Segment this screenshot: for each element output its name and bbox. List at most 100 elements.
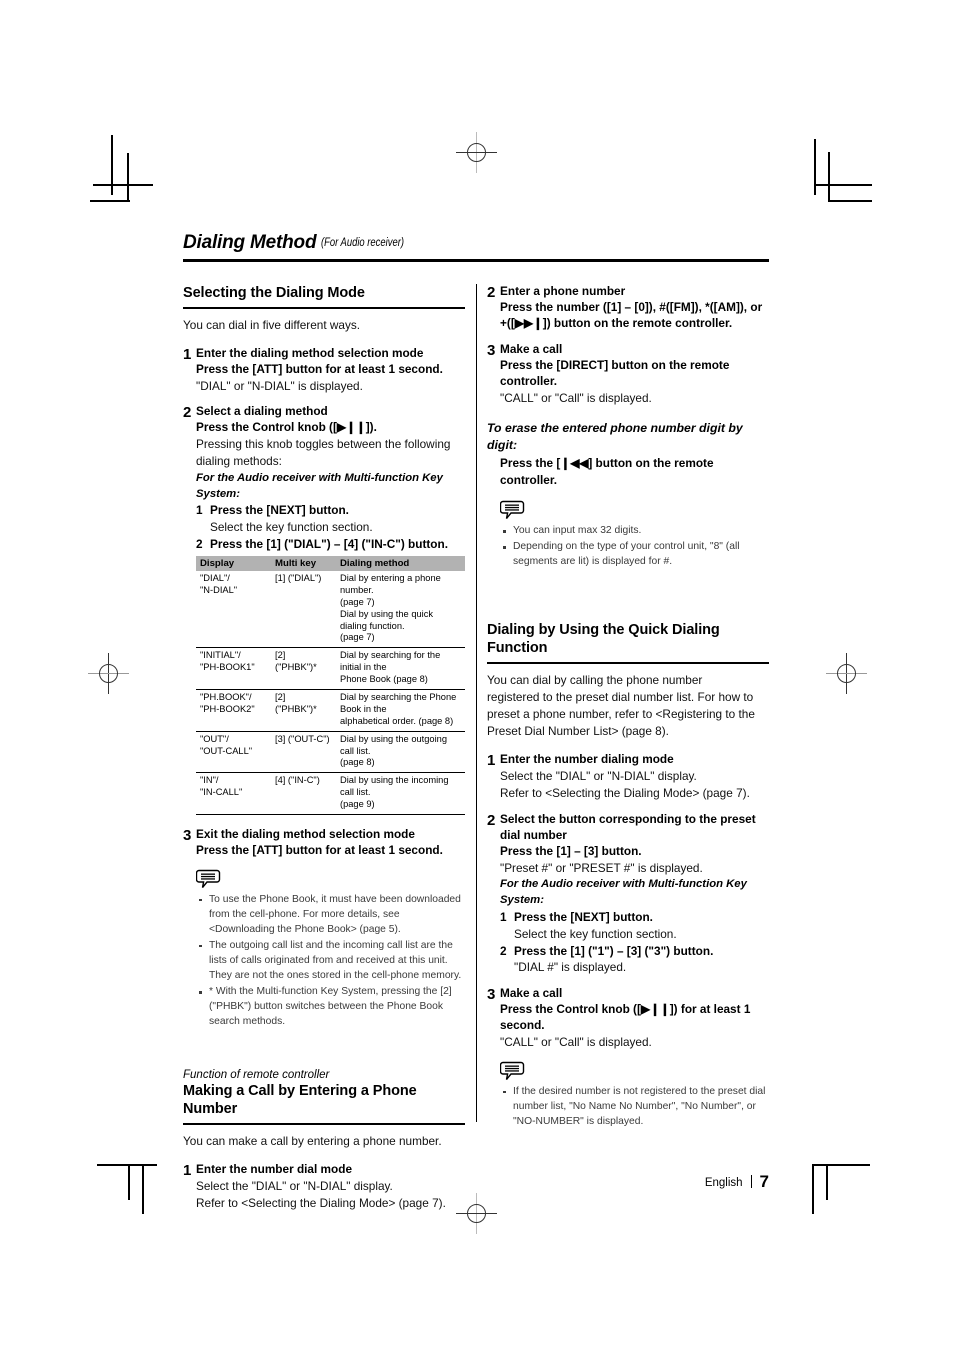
notes-list: To use the Phone Book, it must have been… [196,892,465,1029]
runin-instruction: Press the [❙◀◀] button on the remote con… [500,456,714,487]
memo-icon [195,869,224,890]
document-page: Dialing Method (For Audio receiver) Selec… [0,0,954,1350]
notes-list: If the desired number is not registered … [500,1084,769,1129]
step-title-line1: Select the button corresponding to the p… [500,811,756,826]
cell-line: Dial by entering a phone number. [340,572,441,595]
table-cell-method: Dial by searching for the initial in the… [336,647,465,690]
column-divider [476,284,477,1122]
chapter-title-block: Dialing Method (For Audio receiver) [183,232,769,257]
step-body: Make a call Press the [DIRECT] button on… [500,342,769,407]
section-rule [183,307,465,309]
cell-line: [4] ("IN-C") [275,775,320,786]
cell-line: ("PHBK")* [275,662,317,673]
memo-icon [499,500,528,521]
chapter-title: Dialing Method [183,232,317,253]
substep-body: Press the [1] ("DIAL") – [4] ("IN-C") bu… [210,537,465,553]
step-number: 3 [183,827,192,844]
cell-line: (page 7) [340,596,375,607]
step-body: Exit the dialing method selection mode P… [196,827,465,859]
cell-line: (page 7) [340,632,375,643]
registration-mark-left [88,653,129,694]
table-cell-method: Dial by entering a phone number. (page 7… [336,571,465,648]
cell-line: Dial by searching for the initial in the [340,650,441,673]
cell-line: "PH-BOOK1" [200,662,255,673]
crop-mark-top-left-h2 [90,200,130,202]
step-detail-line2: dialing methods: [196,454,282,468]
right-column: 2 Enter a phone number Press the number … [487,284,769,1130]
cell-line: "N-DIAL" [200,584,238,595]
footer-separator [750,1175,752,1188]
footer-page-number: 7 [759,1172,769,1191]
substep-instruction: Press the [1] ("1") – [3] ("3") button. [514,943,714,958]
multifunction-key-note: For the Audio receiver with Multi-functi… [500,878,747,907]
step-detail-line1: Pressing this knob toggles between the f… [196,437,451,452]
step-body: Enter the dialing method selection mode … [196,346,465,395]
cell-line: [1] ("DIAL") [275,572,322,583]
cell-line: Dial by using the quick dialing function… [340,608,434,631]
step-title: Enter a phone number [500,284,626,298]
section-rule [183,1123,465,1125]
lead-line2: registered to the preset dial number lis… [487,690,754,705]
cell-line: "INITIAL"/ [200,650,241,661]
table-cell-display: "OUT"/ "OUT-CALL" [196,730,271,773]
cell-line: Dial by using the incoming call list. [340,775,449,798]
substep-item: 1 Press the [NEXT] button. [196,503,465,519]
step-title-line2: dial number [500,827,567,842]
table-row: "IN"/ "IN-CALL" [4] ("IN-C") Dial by usi… [196,772,465,815]
substep-instruction: Press the [NEXT] button. [210,503,349,518]
step-instruction: Press the [ATT] button for at least 1 se… [196,361,443,376]
cell-line: Phone Book (page 8) [340,674,428,685]
section-heading-selecting-dialing-mode: Selecting the Dialing Mode [183,285,365,301]
table-row: "OUT"/ "OUT-CALL" [3] ("OUT-C") Dial by … [196,730,465,773]
table-cell-multi-key: [3] ("OUT-C") [271,730,336,773]
step-body: Select a dialing method Press the Contro… [196,404,465,815]
step-instruction: Press the [ATT] button for at least 1 se… [196,842,443,857]
section-lead-text: You can dial in five different ways. [183,317,361,332]
note-text: * With the Multi-function Key System, pr… [209,986,452,1028]
note-item: Depending on the type of your control un… [500,539,769,569]
memo-block: You can input max 32 digits. Depending o… [487,500,769,569]
section-rule [487,662,769,664]
substep-number: 2 [196,537,203,552]
crop-mark-bottom-left-h1 [97,1164,157,1166]
table-cell-multi-key: [4] ("IN-C") [271,772,336,815]
step-item: 1 Enter the dialing method selection mod… [183,346,465,395]
cell-line: [2] [275,650,286,661]
step-instruction-line1: Press the [DIRECT] button on the remote [500,357,730,372]
substep-detail: "DIAL #" is displayed. [514,960,627,975]
step-number: 2 [487,811,496,829]
table-cell-display: "DIAL"/ "N-DIAL" [196,571,271,648]
step-number: 2 [487,284,496,301]
substep-number: 1 [500,909,507,924]
section-kicker: Function of remote controller [183,1069,330,1082]
memo-block: To use the Phone Book, it must have been… [183,869,465,1029]
step-result: "DIAL" or "N-DIAL" is displayed. [196,378,363,393]
step-title: Enter the dialing method selection mode [196,345,424,360]
crop-mark-top-left-v2 [127,153,129,201]
chapter-rule [183,259,769,262]
runin-heading-line2: digit: [487,437,518,452]
substep-item: 1 Press the [NEXT] button. [500,910,769,926]
table-header-multi-key: Multi key [271,555,336,571]
substep-detail: Select the key function section. [514,926,677,941]
memo-block: If the desired number is not registered … [487,1061,769,1129]
cell-line: Dial by using the outgoing call list. [340,733,447,756]
table-cell-multi-key: [2] ("PHBK")* [271,647,336,690]
cell-line: "IN-CALL" [200,787,243,798]
note-item: To use the Phone Book, it must have been… [196,892,465,937]
cell-line: (page 9) [340,799,375,810]
step-item: 3 Exit the dialing method selection mode… [183,827,465,859]
dialing-method-table: Display Multi key Dialing method "DIAL"/ [196,555,465,815]
crop-mark-bottom-left-v1 [128,1164,130,1200]
registration-mark-top [456,132,497,173]
substep-body: Press the [NEXT] button. [210,503,465,519]
cell-line: "IN"/ [200,775,219,786]
crop-mark-bottom-right-h1 [812,1164,870,1166]
crop-mark-top-right-v1 [814,139,816,195]
cell-line: Dial by searching the Phone Book in the [340,691,457,714]
table-cell-display: "INITIAL"/ "PH-BOOK1" [196,647,271,690]
cell-line: "OUT"/ [200,733,229,744]
note-item: If the desired number is not registered … [500,1084,769,1129]
step-item: 2 Enter a phone number Press the number … [487,284,769,332]
step-item: 3 Make a call Press the [DIRECT] button … [487,342,769,407]
